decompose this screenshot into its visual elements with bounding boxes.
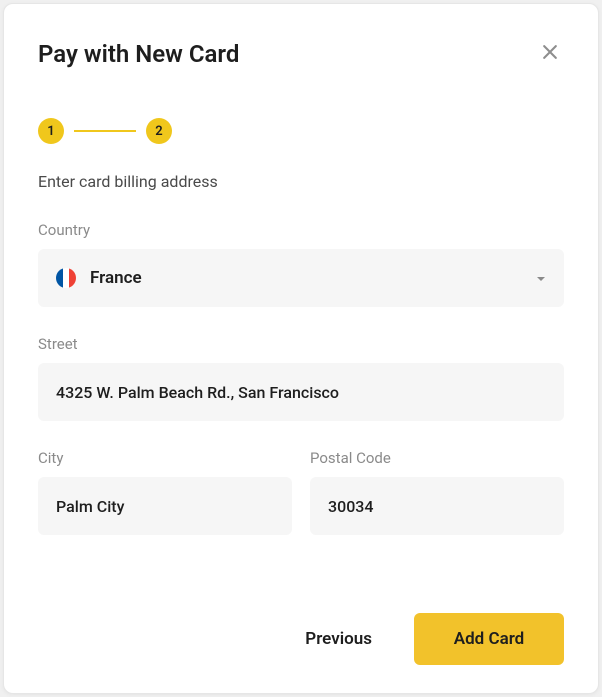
street-input[interactable]: [38, 363, 564, 421]
country-select[interactable]: France: [38, 249, 564, 307]
postal-input[interactable]: [310, 477, 564, 535]
street-label: Street: [38, 335, 564, 353]
chevron-down-icon: [536, 269, 546, 288]
step-1: 1: [38, 118, 64, 144]
close-button[interactable]: [536, 38, 564, 70]
city-field-group: City: [38, 449, 292, 535]
city-postal-row: City Postal Code: [38, 449, 564, 535]
postal-label: Postal Code: [310, 449, 564, 467]
modal-header: Pay with New Card: [38, 38, 564, 70]
step-indicator: 1 2: [38, 118, 564, 144]
postal-field-group: Postal Code: [310, 449, 564, 535]
flag-france-icon: [56, 268, 76, 288]
country-label: Country: [38, 221, 564, 239]
modal-footer: Previous Add Card: [38, 613, 564, 665]
city-input[interactable]: [38, 477, 292, 535]
previous-button[interactable]: Previous: [287, 615, 390, 663]
country-value: France: [90, 268, 536, 288]
city-label: City: [38, 449, 292, 467]
close-icon: [540, 42, 560, 66]
payment-modal: Pay with New Card 1 2 Enter card billing…: [3, 3, 599, 694]
instruction-text: Enter card billing address: [38, 172, 564, 191]
country-field-group: Country France: [38, 221, 564, 307]
modal-title: Pay with New Card: [38, 40, 239, 68]
step-connector: [74, 130, 136, 132]
street-field-group: Street: [38, 335, 564, 421]
step-2: 2: [146, 118, 172, 144]
add-card-button[interactable]: Add Card: [414, 613, 564, 665]
